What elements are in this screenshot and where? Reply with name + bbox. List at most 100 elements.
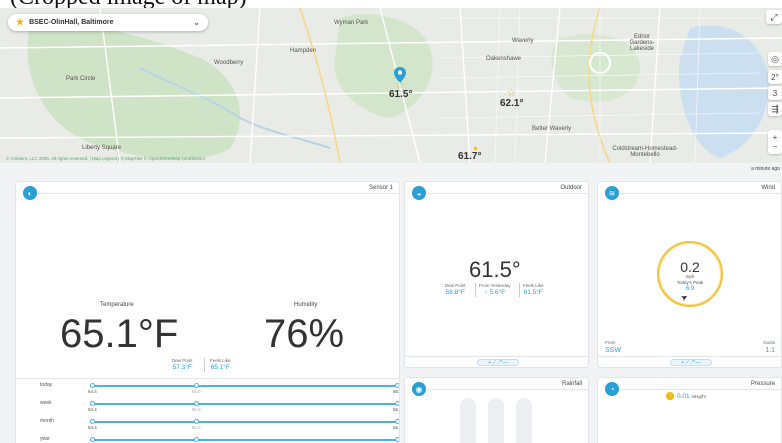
wind-dial: 0.2 mph Today's Peak 6.9 ➤ bbox=[657, 241, 723, 307]
place-label: Coldstream-Homestead-Montebello bbox=[612, 146, 678, 158]
range-track[interactable] bbox=[90, 421, 399, 423]
sensor1-card: ◐ Sensor 1 Temperature 65.1°F Humidity 7… bbox=[15, 181, 400, 443]
card-divider bbox=[405, 356, 588, 357]
last-updated: a minute ago bbox=[751, 166, 780, 172]
range-value: 65.5 bbox=[393, 407, 400, 412]
map-background bbox=[0, 8, 782, 163]
range-knob[interactable] bbox=[90, 401, 95, 406]
outdoor-temperature: 61.5° bbox=[469, 257, 521, 282]
range-value: 65.0 bbox=[191, 389, 201, 394]
pressure-trend: ↑ 0.01 inHg/hr bbox=[666, 392, 706, 400]
range-period-label: year bbox=[40, 436, 50, 442]
range-knob[interactable] bbox=[395, 401, 399, 406]
trend-up-icon: ↑ bbox=[666, 392, 674, 400]
from-label: From bbox=[605, 340, 616, 345]
feels-like-label: Feels Like bbox=[210, 358, 231, 363]
range-knob[interactable] bbox=[193, 383, 199, 388]
place-label: Hampden bbox=[290, 48, 317, 54]
wind-unit: mph bbox=[685, 274, 695, 279]
card-divider bbox=[427, 389, 588, 390]
range-period-label: today bbox=[40, 382, 53, 388]
feels-like-value: 65.1°F bbox=[210, 364, 230, 371]
dew-point-label: Dew Point bbox=[172, 358, 193, 363]
card-divider bbox=[598, 356, 781, 357]
place-label: Oakenshawe bbox=[486, 56, 522, 62]
gusts-label: Gusts bbox=[763, 340, 775, 345]
dew-point-label: Dew Point bbox=[445, 283, 466, 288]
range-row: month 64.4 65.0 65.5 bbox=[40, 418, 399, 430]
range-knob[interactable] bbox=[395, 437, 399, 442]
range-period-label: week bbox=[40, 400, 52, 406]
range-knob[interactable] bbox=[90, 383, 95, 388]
map-view[interactable]: ★ BSEC-OlinHall, Baltimore ⌄ Wyman Park … bbox=[0, 8, 782, 163]
range-knob[interactable] bbox=[193, 437, 199, 442]
from-yesterday: From Yesterday ↑ 5.6°F bbox=[479, 283, 511, 296]
station-name: BSEC-OlinHall, Baltimore bbox=[29, 19, 114, 26]
cropped-caption: (Cropped image of map) bbox=[0, 0, 782, 8]
wind-direction-arrow-icon: ➤ bbox=[679, 291, 690, 304]
gauge-icon: ◔ bbox=[605, 382, 619, 396]
range-row: year64.465.065.5 bbox=[40, 436, 399, 443]
station-dot-icon bbox=[474, 147, 477, 150]
pressure-unit: inHg/hr bbox=[691, 393, 707, 399]
wind-from-value: SSW bbox=[605, 347, 621, 354]
card-divider bbox=[38, 193, 399, 194]
range-track[interactable] bbox=[90, 403, 399, 405]
chart-toggle-chip[interactable]: + ⟋ ↗ — bbox=[670, 359, 712, 366]
map-temp-pin[interactable]: 61.7° bbox=[458, 151, 481, 162]
wind-layer-icon[interactable]: ⇶ bbox=[768, 102, 782, 116]
humidity-label: Humidity bbox=[294, 302, 318, 308]
outdoor-card: ◒ Outdoor 61.5° Dew Point 58.8°F From Ye… bbox=[404, 181, 589, 368]
range-knob[interactable] bbox=[395, 419, 399, 424]
temperature-value: 65.1°F bbox=[60, 312, 179, 356]
peak-value: 6.9 bbox=[685, 286, 695, 292]
layers-icon[interactable]: ◎ bbox=[768, 52, 782, 66]
card-title: Sensor 1 bbox=[368, 185, 393, 191]
range-value: 64.4 bbox=[88, 407, 97, 412]
range-knob[interactable] bbox=[193, 401, 199, 406]
range-value: 64.4 bbox=[88, 389, 97, 394]
rain-gauge-bar bbox=[516, 398, 532, 443]
range-track[interactable] bbox=[90, 385, 399, 387]
zoom-out-icon[interactable]: − bbox=[773, 142, 778, 151]
range-track[interactable] bbox=[90, 439, 399, 441]
card-divider bbox=[620, 389, 781, 390]
gusts-value: 1.1 bbox=[765, 347, 775, 354]
place-label: Park Circle bbox=[66, 76, 96, 82]
card-divider bbox=[16, 378, 399, 379]
rain-gauge-bar bbox=[460, 398, 476, 443]
chart-toggle-chip[interactable]: + ⟋ ↗ — bbox=[477, 359, 519, 366]
pressure-value: 0.01 bbox=[677, 392, 690, 400]
place-label: Woodberry bbox=[214, 60, 244, 66]
map-temp-pin[interactable]: 61.5° bbox=[389, 89, 412, 100]
zoom-in-icon[interactable]: + bbox=[773, 133, 778, 142]
raindrop-icon: ◉ bbox=[412, 382, 426, 396]
feels-like: Feels Like 61.5°F bbox=[523, 283, 544, 296]
card-title: Rainfall bbox=[561, 381, 582, 387]
range-knob[interactable] bbox=[193, 419, 199, 424]
range-value: 65.5 bbox=[393, 389, 400, 394]
app-root: (Cropped image of map) bbox=[0, 0, 782, 443]
feels-like: Feels Like 65.1°F bbox=[210, 358, 231, 371]
range-knob[interactable] bbox=[395, 383, 399, 388]
feels-like-label: Feels Like bbox=[523, 283, 544, 288]
sensor-icon: ◐ bbox=[23, 186, 37, 200]
range-row: today 64.4 65.0 65.5 bbox=[40, 382, 400, 394]
card-title: Wind bbox=[761, 185, 775, 191]
map-control-value[interactable]: 2° bbox=[768, 70, 782, 84]
map-attribution[interactable]: © Ambient, LLC 2025. All rights reserved… bbox=[6, 156, 205, 161]
card-title: Pressure bbox=[750, 381, 775, 387]
map-control-value[interactable]: 3 bbox=[768, 86, 782, 100]
separator bbox=[475, 283, 476, 297]
pressure-card: ◔ Pressure ↑ 0.01 inHg/hr bbox=[597, 377, 782, 443]
range-knob[interactable] bbox=[90, 419, 95, 424]
place-label: Wyman Park bbox=[334, 20, 369, 26]
place-label: Ednor Gardens-Lakeside bbox=[629, 34, 655, 52]
zoom-controls[interactable]: + − bbox=[768, 130, 782, 154]
range-knob[interactable] bbox=[90, 437, 95, 442]
caption-text: (Cropped image of map) bbox=[10, 0, 247, 8]
station-selector[interactable]: ★ BSEC-OlinHall, Baltimore ⌄ bbox=[8, 14, 208, 31]
wind-icon: ≋ bbox=[605, 186, 619, 200]
expand-icon[interactable]: ⤢ bbox=[766, 10, 782, 24]
map-temp-pin[interactable]: 62.1° bbox=[500, 98, 523, 109]
